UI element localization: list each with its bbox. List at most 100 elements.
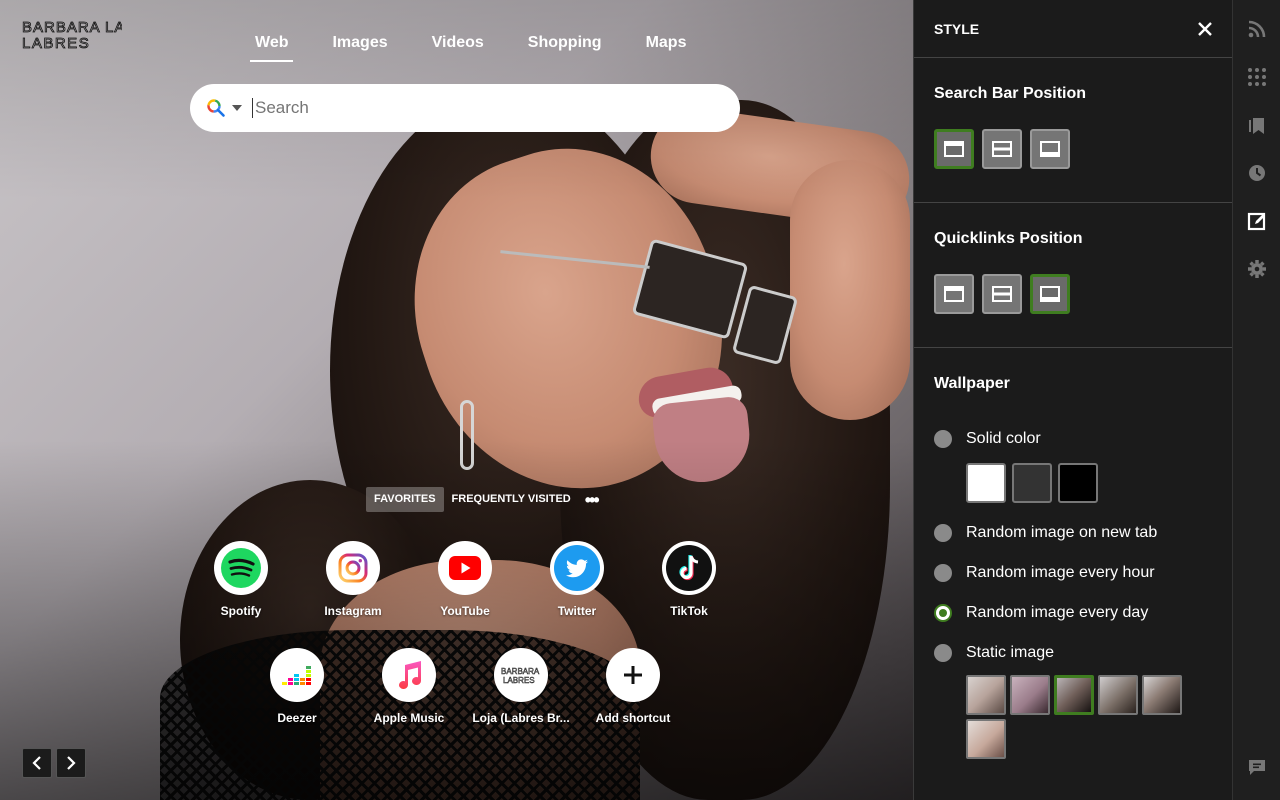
search-bar-position-bottom[interactable] [1030, 129, 1070, 169]
tab-favorites[interactable]: FAVORITES [366, 487, 444, 512]
radio-label: Static image [966, 644, 1055, 661]
layout-bottom-icon [1040, 141, 1060, 157]
quicklink-label: Instagram [324, 604, 382, 618]
wallpaper-thumbnail[interactable] [966, 719, 1006, 759]
style-edit-icon[interactable] [1247, 211, 1267, 231]
svg-text:BARBARA LABRES: BARBARA LABRES [22, 19, 122, 36]
quicklink-spotify[interactable]: Spotify [191, 541, 291, 618]
quicklink-label: Loja (Labres Br... [472, 711, 570, 725]
wallpaper-thumbnail[interactable] [1098, 675, 1138, 715]
search-bar-position-options [934, 129, 1212, 169]
wallpaper-option-random-new-tab[interactable]: Random image on new tab [934, 513, 1212, 553]
wallpaper-option-random-day[interactable]: Random image every day [934, 593, 1212, 633]
wallpaper-option-solid-color[interactable]: Solid color [934, 419, 1212, 459]
wallpaper-option-random-hour[interactable]: Random image every hour [934, 553, 1212, 593]
quicklink-bubble [270, 648, 324, 702]
tab-maps[interactable]: Maps [624, 22, 709, 66]
quicklink-tiktok[interactable]: TikTok [639, 541, 739, 618]
quicklinks-position-top[interactable] [934, 274, 974, 314]
search-bar [190, 84, 740, 132]
search-engine-picker[interactable] [206, 98, 242, 118]
tab-images[interactable]: Images [310, 22, 409, 66]
quicklink-label: Add shortcut [595, 711, 671, 725]
quicklink-bubble [550, 541, 604, 595]
quicklinks-position-bottom[interactable] [1030, 274, 1070, 314]
section-title: Search Bar Position [934, 85, 1087, 102]
layout-middle-icon [992, 141, 1012, 157]
tab-web[interactable]: Web [233, 22, 310, 66]
previous-wallpaper-button[interactable] [22, 748, 52, 778]
search-input[interactable] [252, 98, 712, 118]
quicklink-label: Spotify [220, 604, 262, 618]
caret-down-icon [232, 105, 242, 111]
radio-button[interactable] [934, 644, 952, 662]
layout-top-icon [944, 286, 964, 302]
panel-header: STYLE [914, 0, 1232, 58]
search-bar-position-middle[interactable] [982, 129, 1022, 169]
layout-middle-icon [992, 286, 1012, 302]
quicklink-label: YouTube [440, 604, 490, 618]
feedback-chat-icon[interactable] [1247, 757, 1267, 777]
radio-button[interactable] [934, 430, 952, 448]
quicklink-bubble [382, 648, 436, 702]
quicklink-instagram[interactable]: Instagram [303, 541, 403, 618]
quicklink-label: Deezer [277, 711, 317, 725]
apps-grid-icon[interactable] [1247, 67, 1267, 87]
radio-label: Random image every hour [966, 564, 1155, 581]
add-shortcut-button[interactable]: Add shortcut [583, 648, 683, 725]
swatch-black[interactable] [1058, 463, 1098, 503]
layout-bottom-icon [1040, 286, 1060, 302]
chevron-right-icon [67, 756, 76, 770]
bookmarks-icon[interactable] [1247, 115, 1267, 135]
plus-icon [624, 666, 642, 684]
quicklink-bubble [606, 648, 660, 702]
deezer-icon [282, 666, 311, 685]
radio-label: Solid color [966, 430, 1041, 447]
quicklink-label: Apple Music [373, 711, 445, 725]
svg-text:BARBARA: BARBARA [501, 667, 540, 676]
quicklink-bubble [662, 541, 716, 595]
tab-videos[interactable]: Videos [410, 22, 506, 66]
youtube-icon [449, 556, 481, 580]
quicklink-bubble [438, 541, 492, 595]
swatch-white[interactable] [966, 463, 1006, 503]
next-wallpaper-button[interactable] [56, 748, 86, 778]
solid-color-swatches [966, 463, 1212, 503]
wallpaper-thumbnail[interactable] [1142, 675, 1182, 715]
quicklinks-position-middle[interactable] [982, 274, 1022, 314]
tab-frequently-visited[interactable]: FREQUENTLY VISITED [444, 487, 579, 512]
wallpaper-thumbnail[interactable] [966, 675, 1006, 715]
quicklinks-position-options [934, 274, 1212, 314]
tab-shopping[interactable]: Shopping [506, 22, 624, 66]
wallpaper-thumbnail[interactable] [1010, 675, 1050, 715]
quicklink-youtube[interactable]: YouTube [415, 541, 515, 618]
wallpaper-option-static-image[interactable]: Static image [934, 633, 1212, 673]
radio-button[interactable] [934, 564, 952, 582]
quicklink-deezer[interactable]: Deezer [247, 648, 347, 725]
brand-logo: BARBARA LABRES LABRES [22, 18, 170, 53]
labres-logo-icon: BARBARA LABRES [501, 667, 540, 685]
instagram-icon [338, 553, 368, 583]
quicklink-label: TikTok [670, 604, 708, 618]
quicklinks-position-section: Quicklinks Position [914, 203, 1232, 348]
barbara-labres-logo-icon: BARBARA LABRES LABRES [22, 19, 170, 53]
quicklink-bubble: BARBARA LABRES [494, 648, 548, 702]
radio-button[interactable] [934, 604, 952, 622]
style-panel: STYLE Search Bar Position Quicklinks Pos… [913, 0, 1232, 800]
tiktok-icon [666, 545, 712, 591]
more-options-button[interactable]: ••• [585, 491, 600, 509]
quicklink-twitter[interactable]: Twitter [527, 541, 627, 618]
wallpaper-thumbnails [966, 675, 1186, 759]
radio-button[interactable] [934, 524, 952, 542]
svg-text:LABRES: LABRES [22, 35, 90, 52]
swatch-dark-gray[interactable] [1012, 463, 1052, 503]
twitter-icon [554, 545, 600, 591]
history-clock-icon[interactable] [1247, 163, 1267, 183]
quicklink-apple-music[interactable]: Apple Music [359, 648, 459, 725]
search-bar-position-top[interactable] [934, 129, 974, 169]
rss-feed-icon[interactable] [1247, 19, 1267, 39]
wallpaper-thumbnail-selected[interactable] [1054, 675, 1094, 715]
quicklink-loja-labres[interactable]: BARBARA LABRES Loja (Labres Br... [471, 648, 571, 725]
close-icon[interactable] [1198, 21, 1212, 36]
settings-gear-icon[interactable] [1247, 259, 1267, 279]
